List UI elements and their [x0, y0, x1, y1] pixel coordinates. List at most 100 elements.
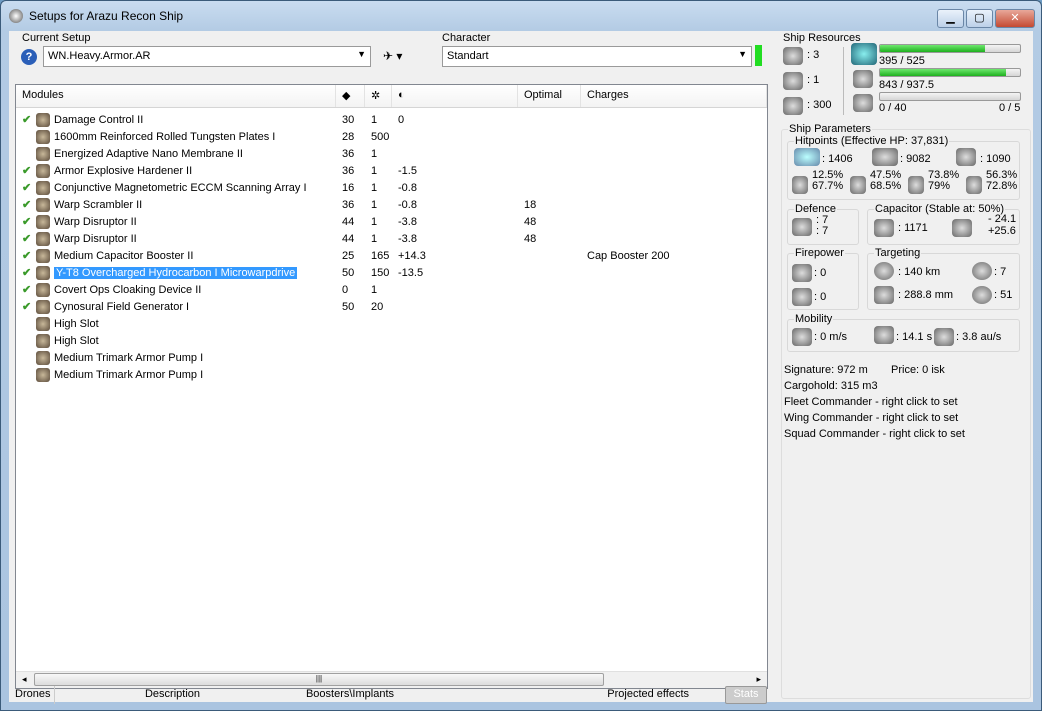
maximize-button[interactable]: ▢: [966, 9, 993, 28]
checkmark-icon[interactable]: ✔: [22, 215, 36, 228]
module-row[interactable]: Medium Trimark Armor Pump I: [16, 349, 767, 366]
module-row[interactable]: ✔ Medium Capacitor Booster II 25 165 +14.…: [16, 247, 767, 264]
module-row[interactable]: ✔ Armor Explosive Hardener II 36 1 -1.5: [16, 162, 767, 179]
tab-drones[interactable]: Drones: [9, 686, 55, 704]
module-icon: [36, 231, 50, 246]
module-name: Covert Ops Cloaking Device II: [54, 283, 202, 296]
scroll-left-icon[interactable]: ◂: [22, 674, 27, 685]
scrollbar-thumb[interactable]: |||: [34, 673, 604, 686]
module-rows: ✔ Damage Control II 30 1 0 1600mm Reinfor…: [16, 108, 767, 383]
modules-list[interactable]: Modules ◆ ✲ ◐ Optimal Charges ✔ Damage Co…: [15, 84, 768, 689]
module-row[interactable]: ✔ Cynosural Field Generator I 50 20: [16, 298, 767, 315]
module-cap: -0.8: [398, 181, 417, 194]
module-cap: -0.8: [398, 198, 417, 211]
col-cpu-icon[interactable]: ◆: [336, 85, 365, 107]
checkmark-icon[interactable]: ✔: [22, 283, 36, 296]
explosive-armor-resist: 72.8%: [986, 180, 1018, 192]
warp-speed-icon: [934, 328, 954, 346]
module-cap: -3.8: [398, 215, 417, 228]
checkmark-icon[interactable]: ✔: [22, 113, 36, 126]
bottom-tabs: Drones Description Boosters\Implants Pro…: [9, 686, 769, 704]
module-cpu: 25: [342, 249, 355, 262]
tab-description[interactable]: Description: [55, 686, 290, 704]
module-name: High Slot: [54, 334, 99, 347]
checkmark-icon[interactable]: ✔: [22, 164, 36, 177]
scan-resolution-icon: [874, 286, 894, 304]
setup-select[interactable]: WN.Heavy.Armor.AR ▼: [43, 46, 371, 67]
col-modules[interactable]: Modules: [16, 85, 336, 107]
turret-icon: [783, 47, 803, 65]
module-optimal: 48: [524, 215, 537, 228]
signature: Signature: 972 m: [784, 364, 868, 376]
fleet-commander[interactable]: Fleet Commander - right click to set: [784, 396, 958, 408]
module-row[interactable]: Medium Trimark Armor Pump I: [16, 366, 767, 383]
checkmark-icon[interactable]: ✔: [22, 181, 36, 194]
col-capacitor-icon[interactable]: ◐: [392, 85, 518, 107]
price: Price: 0 isk: [891, 364, 945, 376]
cpu-bar: [879, 44, 1021, 53]
col-power-icon[interactable]: ✲: [365, 85, 392, 107]
module-row[interactable]: 1600mm Reinforced Rolled Tungsten Plates…: [16, 128, 767, 145]
module-name: High Slot: [54, 317, 99, 330]
mobility-group: Mobility : 0 m/s : 14.1 s : 3.8 au/s: [787, 313, 1020, 352]
tab-projected-effects[interactable]: Projected effects: [410, 686, 695, 704]
cpu-value: 395 / 525: [879, 55, 925, 67]
module-row[interactable]: ✔ Conjunctive Magnetometric ECCM Scanning…: [16, 179, 767, 196]
module-cpu: 28: [342, 130, 355, 143]
module-row[interactable]: ✔ Warp Disruptor II 44 1 -3.8 48: [16, 230, 767, 247]
module-cap: -1.5: [398, 164, 417, 177]
module-name: 1600mm Reinforced Rolled Tungsten Plates…: [54, 130, 276, 143]
col-charges[interactable]: Charges: [581, 85, 767, 107]
hitpoints-label: Hitpoints (Effective HP: 37,831): [794, 135, 950, 147]
module-name: Warp Disruptor II: [54, 215, 137, 228]
checkmark-icon[interactable]: ✔: [22, 232, 36, 245]
rig-slots: 0 / 5: [999, 102, 1021, 114]
squad-commander[interactable]: Squad Commander - right click to set: [784, 428, 965, 440]
chevron-down-icon: ▼: [357, 49, 366, 59]
module-row[interactable]: High Slot: [16, 315, 767, 332]
dps-value: : 0: [814, 267, 827, 279]
module-power: 1: [371, 283, 378, 296]
module-row[interactable]: ✔ Warp Disruptor II 44 1 -3.8 48: [16, 213, 767, 230]
armor-icon: [872, 148, 898, 166]
module-row[interactable]: ✔ Y-T8 Overcharged Hydrocarbon I Microwar…: [16, 264, 767, 281]
module-row[interactable]: ✔ Warp Scrambler II 36 1 -0.8 18: [16, 196, 767, 213]
module-power: 1: [371, 198, 378, 211]
setup-value: WN.Heavy.Armor.AR: [48, 50, 151, 62]
module-icon: [36, 180, 50, 195]
module-row[interactable]: ✔ Damage Control II 30 1 0: [16, 111, 767, 128]
module-icon: [36, 146, 50, 161]
minimize-button[interactable]: ▁: [937, 9, 964, 28]
module-cpu: 36: [342, 198, 355, 211]
module-cap: -13.5: [398, 266, 424, 279]
module-optimal: 18: [524, 198, 537, 211]
checkmark-icon[interactable]: ✔: [22, 198, 36, 211]
defence-group: Defence : 7 : 7: [787, 203, 859, 245]
module-cpu: 50: [342, 300, 355, 313]
module-cpu: 16: [342, 181, 355, 194]
wing-commander[interactable]: Wing Commander - right click to set: [784, 412, 958, 424]
defence-value-1: : 7: [816, 214, 829, 226]
checkmark-icon[interactable]: ✔: [22, 266, 36, 279]
module-name: Y-T8 Overcharged Hydrocarbon I Microwarp…: [54, 266, 298, 279]
ship-parameters-label: Ship Parameters: [788, 123, 872, 135]
scroll-right-icon[interactable]: ▸: [756, 674, 761, 685]
close-button[interactable]: ✕: [995, 9, 1035, 28]
module-row[interactable]: ✔ Covert Ops Cloaking Device II 0 1: [16, 281, 767, 298]
kinetic-armor-resist: 79%: [928, 180, 951, 192]
module-power: 1: [371, 232, 378, 245]
module-icon: [36, 248, 50, 263]
tab-boosters-implants[interactable]: Boosters\Implants: [290, 686, 410, 704]
ship-tools-dropdown[interactable]: ✈ ▾: [383, 49, 415, 63]
module-row[interactable]: High Slot: [16, 332, 767, 349]
checkmark-icon[interactable]: ✔: [22, 249, 36, 262]
character-select[interactable]: Standart ▼: [442, 46, 752, 67]
help-icon[interactable]: ?: [21, 49, 37, 65]
col-optimal[interactable]: Optimal: [518, 85, 581, 107]
module-row[interactable]: Energized Adaptive Nano Membrane II 36 1: [16, 145, 767, 162]
firepower-label: Firepower: [794, 247, 845, 259]
kinetic-resist-icon: [908, 176, 924, 194]
explosive-resist-icon: [966, 176, 982, 194]
checkmark-icon[interactable]: ✔: [22, 300, 36, 313]
stats-button[interactable]: Stats: [725, 686, 767, 704]
